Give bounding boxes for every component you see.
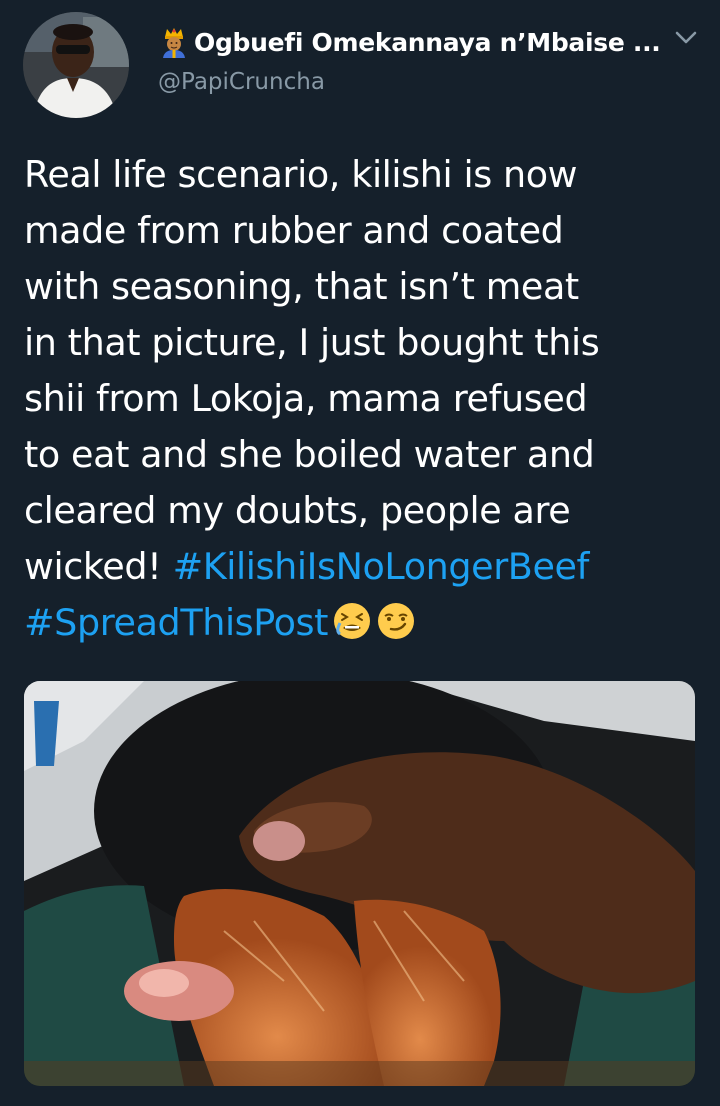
tweet-header: Ogbuefi Omekannaya n’Mbaise ... @PapiCru…	[158, 22, 688, 96]
tweet-text-line: to eat and she boiled water and	[24, 433, 595, 476]
tweet-media-photo[interactable]	[24, 681, 695, 1086]
user-handle[interactable]: @PapiCruncha	[158, 69, 688, 95]
tweet: Ogbuefi Omekannaya n’Mbaise ... @PapiCru…	[0, 0, 720, 1106]
crown-prince-icon	[163, 28, 185, 58]
tired-face-icon	[334, 603, 371, 639]
tweet-text-line: #SpreadThisPost	[24, 595, 704, 651]
avatar[interactable]	[23, 12, 129, 118]
tweet-text-line: made from rubber and coated	[24, 209, 564, 252]
tweet-text-line: Real life scenario, kilishi is now	[24, 153, 578, 196]
tweet-text-line: wicked! #KilishiIsNoLongerBeef	[24, 539, 704, 595]
tweet-text-line: shii from Lokoja, mama refused	[24, 377, 588, 420]
tweet-text: Real life scenario, kilishi is now made …	[24, 147, 704, 651]
name-row[interactable]: Ogbuefi Omekannaya n’Mbaise ...	[158, 22, 688, 62]
smirking-face-icon	[378, 603, 415, 639]
hashtag-link[interactable]: #KilishiIsNoLongerBeef	[173, 545, 590, 588]
tweet-text-line: with seasoning, that isn’t meat	[24, 265, 579, 308]
hashtag-link[interactable]: #SpreadThisPost	[24, 601, 328, 644]
tweet-text-line: in that picture, I just bought this	[24, 321, 600, 364]
chevron-down-icon[interactable]	[675, 30, 697, 46]
tweet-text-line: cleared my doubts, people are	[24, 489, 571, 532]
tweet-text-prefix: wicked!	[24, 545, 173, 588]
display-name[interactable]: Ogbuefi Omekannaya n’Mbaise ...	[194, 28, 661, 57]
